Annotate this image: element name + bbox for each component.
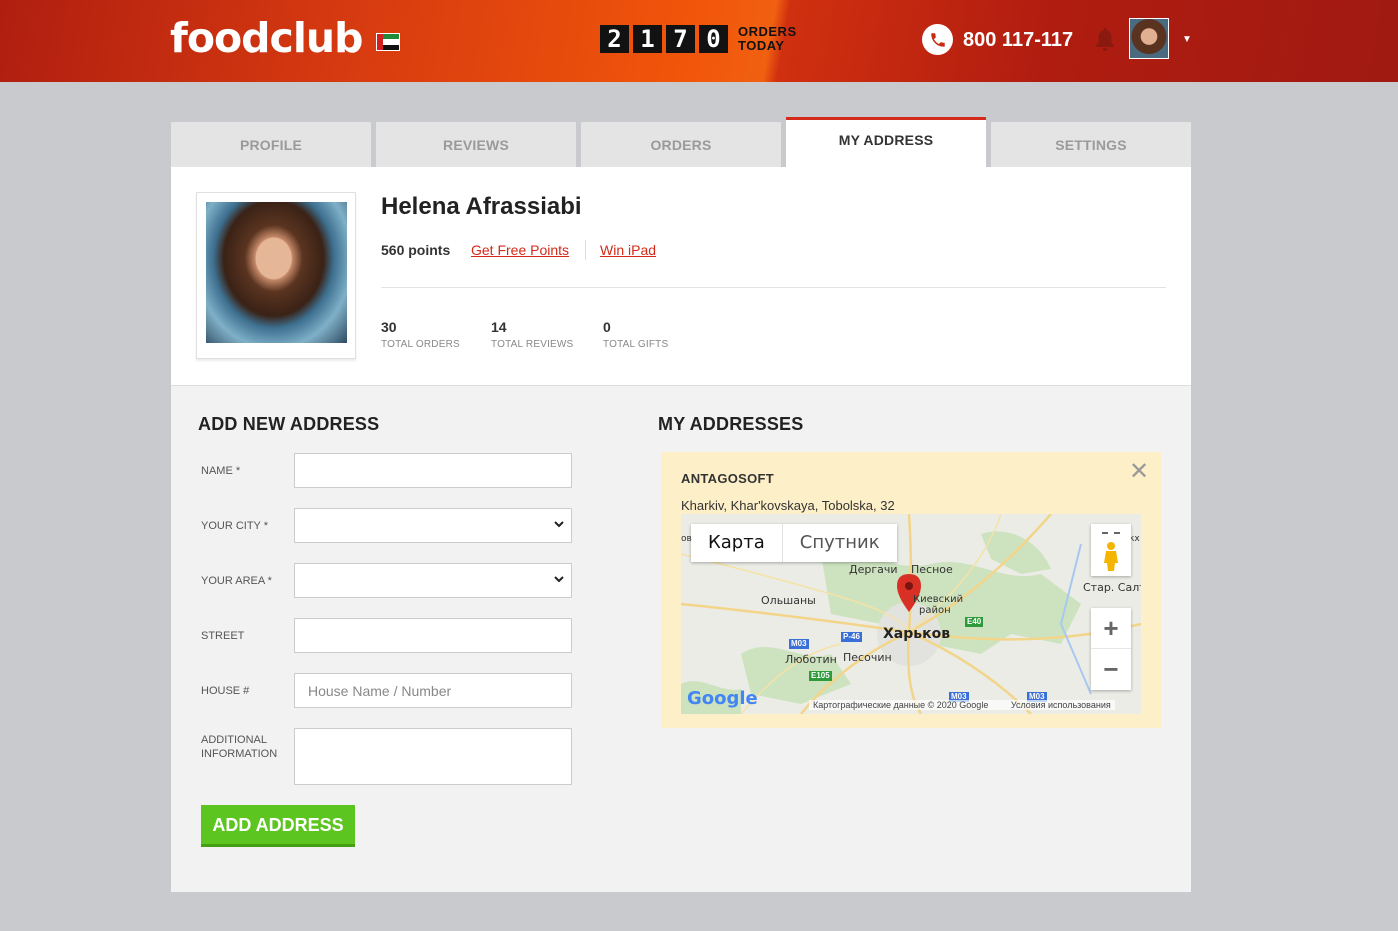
address-map[interactable]: Карта Спутник Дергачи Песное Ольшаны Кие… — [681, 514, 1141, 714]
divider — [381, 287, 1166, 288]
map-label: Киевский — [913, 594, 964, 605]
counter-digit: 2 — [600, 25, 629, 53]
road-badge: P-46 — [841, 632, 862, 642]
tab-settings[interactable]: SETTINGS — [991, 122, 1191, 167]
map-type-satellite[interactable]: Спутник — [783, 524, 897, 562]
map-label: ов — [681, 534, 692, 544]
house-label: HOUSE # — [201, 685, 250, 697]
street-view-pegman-icon[interactable] — [1091, 524, 1131, 576]
uae-flag-icon[interactable] — [376, 33, 400, 51]
phone-number[interactable]: 800 117-117 — [963, 29, 1073, 52]
map-label: Песочин — [843, 651, 892, 664]
map-type-map[interactable]: Карта — [691, 524, 783, 562]
address-section: ADD NEW ADDRESS NAME * YOUR CITY * YOUR … — [171, 386, 1191, 892]
tab-profile[interactable]: PROFILE — [171, 122, 371, 167]
chevron-down-icon[interactable]: ▼ — [1182, 34, 1192, 45]
phone-icon[interactable] — [922, 24, 953, 55]
profile-card: PROFILE REVIEWS ORDERS MY ADDRESS SETTIN… — [171, 117, 1191, 892]
street-label: STREET — [201, 630, 245, 642]
additional-info-label: ADDITIONAL INFORMATION — [201, 734, 278, 760]
stat-total-reviews: 14 TOTAL REVIEWS — [491, 319, 574, 350]
counter-digit: 0 — [699, 25, 728, 53]
bell-icon[interactable] — [1094, 26, 1116, 52]
my-addresses-title: MY ADDRESSES — [658, 414, 804, 434]
zoom-in-button[interactable]: + — [1091, 608, 1131, 649]
win-ipad-link[interactable]: Win iPad — [600, 242, 656, 258]
get-free-points-link[interactable]: Get Free Points — [471, 242, 569, 258]
zoom-out-button[interactable]: − — [1091, 649, 1131, 690]
map-zoom-controls: + − — [1091, 608, 1131, 690]
profile-name: Helena Afrassiabi — [381, 193, 582, 220]
profile-photo-frame — [196, 192, 356, 359]
address-name: ANTAGOSOFT — [681, 471, 775, 486]
stat-total-gifts: 0 TOTAL GIFTS — [603, 319, 669, 350]
counter-digit: 7 — [666, 25, 695, 53]
map-terms-link[interactable]: Условия использования — [1011, 700, 1111, 710]
tab-bar: PROFILE REVIEWS ORDERS MY ADDRESS SETTIN… — [171, 117, 1191, 167]
tab-orders[interactable]: ORDERS — [581, 122, 781, 167]
city-label: YOUR CITY * — [201, 520, 269, 532]
profile-summary: Helena Afrassiabi 560 points Get Free Po… — [171, 167, 1191, 386]
orders-today-label: ORDERS TODAY — [738, 24, 797, 53]
chevron-down-icon — [554, 521, 564, 528]
map-type-toggle: Карта Спутник — [691, 524, 897, 562]
map-label: Люботин — [785, 653, 837, 666]
map-label: Дергачи — [849, 563, 898, 576]
user-avatar[interactable] — [1129, 18, 1169, 59]
road-badge: E40 — [965, 617, 984, 627]
map-label: Стар. Салт — [1083, 581, 1141, 594]
street-field[interactable] — [294, 618, 572, 653]
name-field[interactable] — [294, 453, 572, 488]
stat-total-orders: 30 TOTAL ORDERS — [381, 319, 460, 350]
orders-counter: 2 1 7 0 — [600, 25, 728, 53]
city-select[interactable] — [294, 508, 572, 543]
map-attribution: Картографические данные © 2020 Google Ус… — [809, 700, 1115, 710]
map-city-label: Харьков — [883, 626, 951, 642]
top-header: foodclub 2 1 7 0 ORDERS TODAY 800 117-11… — [0, 0, 1398, 82]
additional-info-field[interactable] — [294, 728, 572, 785]
name-label: NAME * — [201, 465, 241, 477]
area-label: YOUR AREA * — [201, 575, 272, 587]
counter-digit: 1 — [633, 25, 662, 53]
map-label: Песное — [911, 563, 953, 576]
road-badge: E105 — [809, 671, 832, 681]
add-address-title: ADD NEW ADDRESS — [198, 414, 380, 434]
map-label: район — [919, 605, 951, 616]
google-logo: Google — [687, 688, 758, 709]
close-icon[interactable]: ✕ — [1129, 460, 1149, 484]
chevron-down-icon — [554, 576, 564, 583]
map-label: Ольшаны — [761, 594, 816, 607]
tab-my-address[interactable]: MY ADDRESS — [786, 117, 986, 167]
address-text: Kharkiv, Khar'kovskaya, Tobolska, 32 — [681, 498, 895, 513]
tab-reviews[interactable]: REVIEWS — [376, 122, 576, 167]
house-field[interactable] — [294, 673, 572, 708]
road-badge: M03 — [789, 639, 809, 649]
points-count: 560 points — [381, 242, 451, 258]
divider — [585, 240, 586, 260]
area-select[interactable] — [294, 563, 572, 598]
profile-photo[interactable] — [206, 202, 347, 343]
foodclub-logo[interactable]: foodclub — [170, 14, 363, 62]
address-card: ANTAGOSOFT ✕ Kharkiv, Khar'kovskaya, Tob… — [661, 452, 1161, 728]
add-address-button[interactable]: ADD ADDRESS — [201, 805, 355, 847]
